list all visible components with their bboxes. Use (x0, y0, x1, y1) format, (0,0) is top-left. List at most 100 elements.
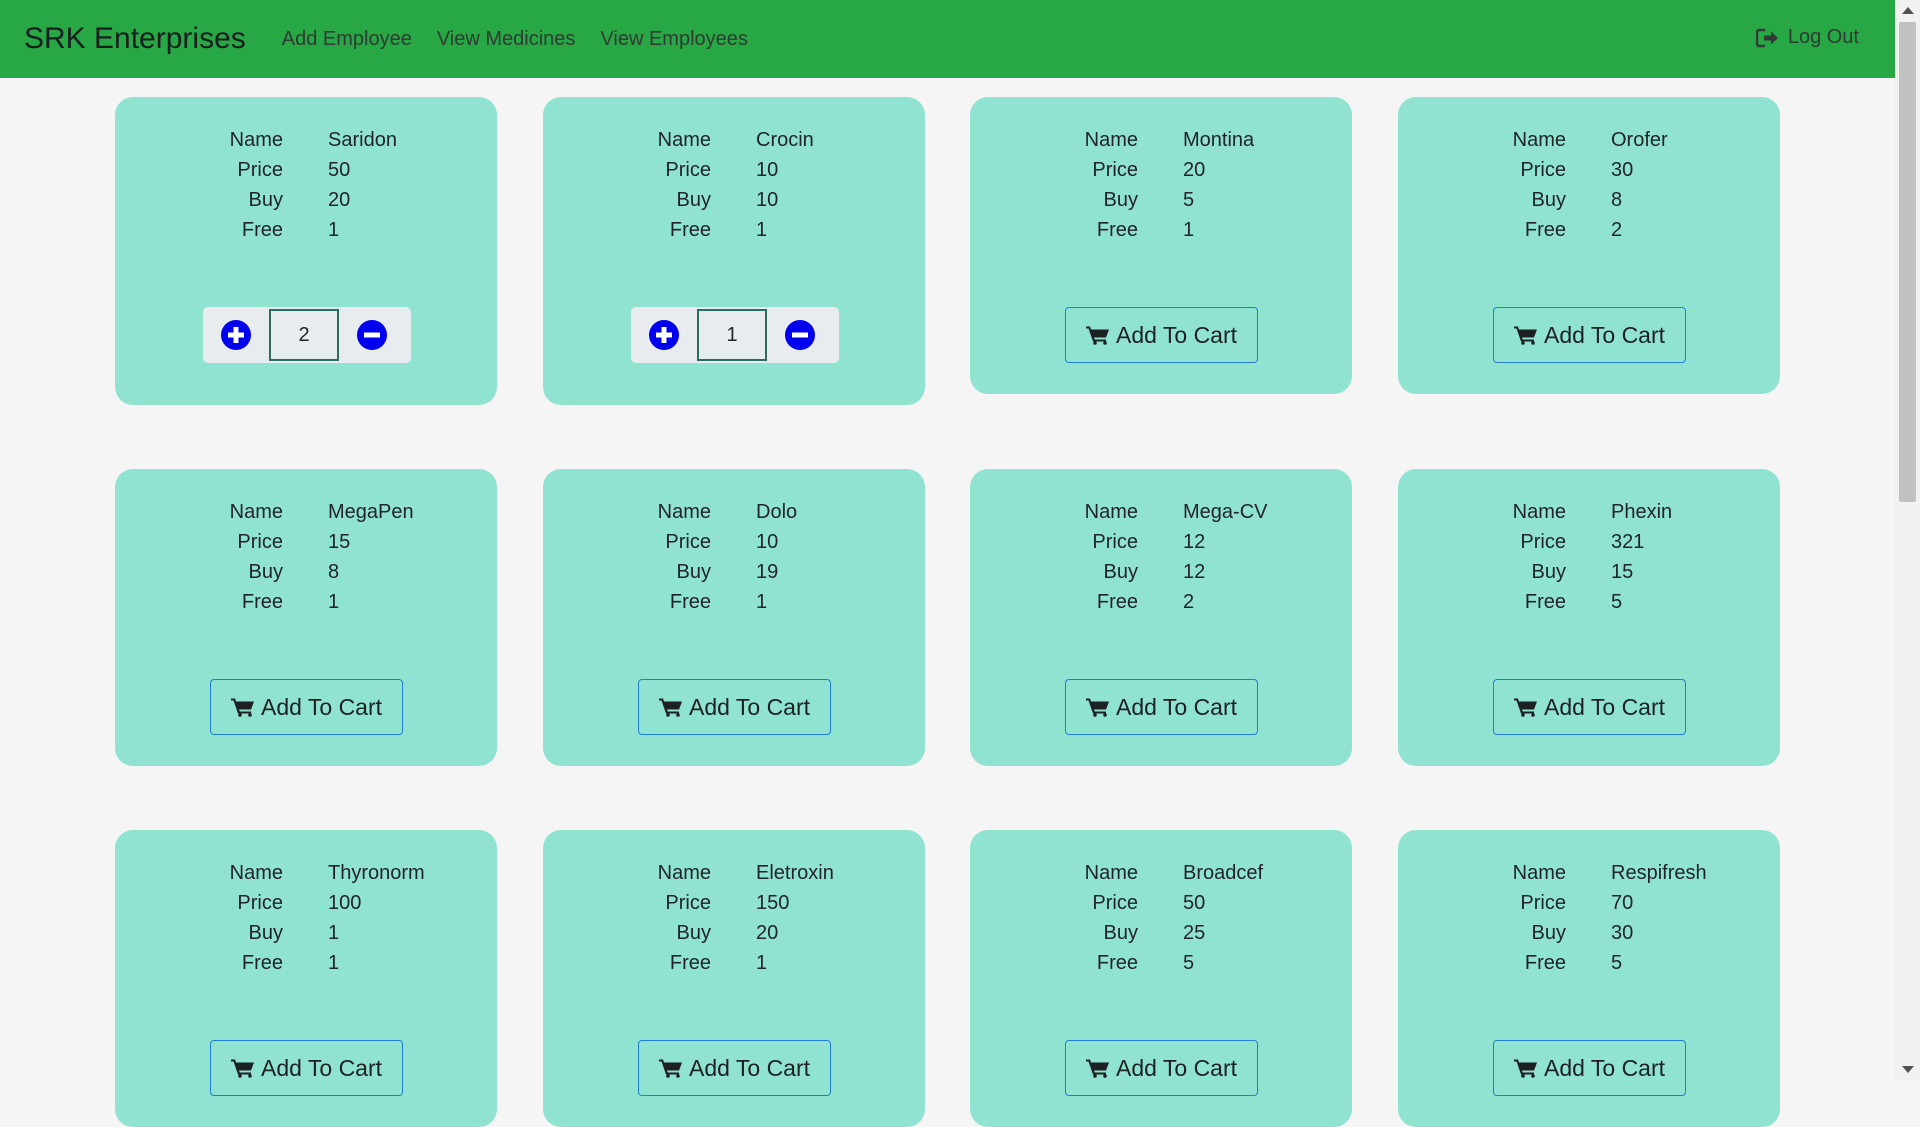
add-to-cart-label: Add To Cart (1115, 321, 1238, 348)
add-to-cart-button[interactable]: Add To Cart (1065, 679, 1258, 735)
info-row-buy: Buy 20 (115, 185, 497, 215)
add-to-cart-button[interactable]: Add To Cart (1493, 1040, 1686, 1096)
nav-view-employees[interactable]: View Employees (600, 28, 747, 51)
info-row-buy: Buy 19 (543, 557, 925, 587)
price-value: 20 (1183, 159, 1206, 181)
buy-label: Buy (676, 561, 711, 583)
medicine-info: Name Saridon Price 50 Buy 20 Free 1 (115, 125, 497, 245)
info-row-free: Free 1 (543, 215, 925, 245)
add-to-cart-label: Add To Cart (1543, 1054, 1666, 1081)
add-to-cart-button[interactable]: Add To Cart (210, 679, 403, 735)
buy-value: 8 (1611, 189, 1623, 211)
name-value: Eletroxin (756, 862, 834, 884)
info-row-price: Price 12 (970, 527, 1352, 557)
free-value: 1 (756, 219, 768, 241)
quantity-input[interactable] (269, 309, 339, 361)
quantity-input[interactable] (697, 309, 767, 361)
price-value: 12 (1183, 531, 1206, 553)
info-row-free: Free 5 (970, 948, 1352, 978)
free-label: Free (1524, 219, 1566, 241)
nav-links: Add Employee View Medicines View Employe… (282, 28, 773, 51)
name-label: Name (1512, 501, 1566, 523)
name-value: Montina (1183, 129, 1255, 151)
decrease-button[interactable] (767, 307, 833, 363)
info-row-free: Free 1 (970, 215, 1352, 245)
info-row-free: Free 5 (1398, 587, 1780, 617)
buy-value: 20 (328, 189, 351, 211)
free-label: Free (669, 219, 711, 241)
medicine-info: Name Crocin Price 10 Buy 10 Free 1 (543, 125, 925, 245)
free-value: 5 (1611, 952, 1623, 974)
add-to-cart-button[interactable]: Add To Cart (1493, 307, 1686, 363)
info-row-name: Name Crocin (543, 125, 925, 155)
buy-label: Buy (248, 189, 283, 211)
medicine-card: Name Thyronorm Price 100 Buy 1 Free 1 Add To Car… (115, 830, 497, 1127)
sign-out-icon (1755, 28, 1778, 47)
medicine-card: Name Respifresh Price 70 Buy 30 Free 5 Add To Ca… (1398, 830, 1780, 1127)
free-label: Free (1524, 591, 1566, 613)
info-row-price: Price 20 (970, 155, 1352, 185)
info-row-buy: Buy 15 (1398, 557, 1780, 587)
add-to-cart-label: Add To Cart (1115, 1054, 1238, 1081)
info-row-price: Price 50 (115, 155, 497, 185)
name-value: Broadcef (1183, 862, 1264, 884)
name-label: Name (1084, 862, 1138, 884)
info-row-buy: Buy 25 (970, 918, 1352, 948)
buy-value: 10 (756, 189, 779, 211)
add-to-cart-button[interactable]: Add To Cart (1065, 307, 1258, 363)
price-label: Price (665, 531, 711, 553)
medicine-card: Name Montina Price 20 Buy 5 Free 1 Add To Cart (970, 97, 1352, 394)
nav-view-medicines[interactable]: View Medicines (437, 28, 576, 51)
buy-label: Buy (248, 922, 283, 944)
info-row-buy: Buy 12 (970, 557, 1352, 587)
navbar: SRK Enterprises Add Employee View Medici… (0, 0, 1895, 78)
name-label: Name (229, 129, 283, 151)
free-value: 1 (328, 952, 340, 974)
nav-add-employee[interactable]: Add Employee (282, 28, 412, 51)
name-label: Name (1084, 501, 1138, 523)
name-value: Saridon (328, 129, 397, 151)
info-row-buy: Buy 30 (1398, 918, 1780, 948)
scrollbar[interactable] (1895, 0, 1920, 1080)
brand[interactable]: SRK Enterprises (24, 22, 246, 56)
add-to-cart-button[interactable]: Add To Cart (1493, 679, 1686, 735)
info-row-buy: Buy 1 (115, 918, 497, 948)
scroll-thumb[interactable] (1899, 22, 1916, 502)
shopping-cart-icon (230, 698, 254, 717)
increase-button[interactable] (631, 307, 697, 363)
increase-button[interactable] (203, 307, 269, 363)
shopping-cart-icon (230, 1059, 254, 1078)
price-value: 10 (756, 159, 779, 181)
add-to-cart-label: Add To Cart (1115, 693, 1238, 720)
medicine-info: Name Thyronorm Price 100 Buy 1 Free 1 (115, 858, 497, 978)
logout-button[interactable]: Log Out (1755, 26, 1859, 49)
info-row-name: Name Broadcef (970, 858, 1352, 888)
price-label: Price (237, 892, 283, 914)
logout-label: Log Out (1787, 26, 1859, 48)
medicine-info: Name Dolo Price 10 Buy 19 Free 1 (543, 497, 925, 617)
free-label: Free (669, 952, 711, 974)
add-to-cart-button[interactable]: Add To Cart (638, 679, 831, 735)
add-to-cart-label: Add To Cart (1543, 693, 1666, 720)
free-label: Free (1096, 952, 1138, 974)
medicine-card: Name Dolo Price 10 Buy 19 Free 1 Add To Cart (543, 469, 925, 766)
buy-label: Buy (1531, 561, 1566, 583)
decrease-button[interactable] (339, 307, 405, 363)
plus-circle-icon (649, 320, 679, 350)
name-value: Thyronorm (328, 862, 425, 884)
name-label: Name (229, 501, 283, 523)
add-to-cart-button[interactable]: Add To Cart (1065, 1040, 1258, 1096)
shopping-cart-icon (1513, 698, 1537, 717)
scroll-down-arrow-icon[interactable] (1902, 1066, 1914, 1073)
info-row-name: Name Orofer (1398, 125, 1780, 155)
add-to-cart-button[interactable]: Add To Cart (210, 1040, 403, 1096)
scroll-up-arrow-icon[interactable] (1902, 7, 1914, 14)
add-to-cart-button[interactable]: Add To Cart (638, 1040, 831, 1096)
free-label: Free (1096, 219, 1138, 241)
info-row-free: Free 1 (115, 587, 497, 617)
price-value: 15 (328, 531, 351, 553)
info-row-buy: Buy 8 (1398, 185, 1780, 215)
medicine-info: Name MegaPen Price 15 Buy 8 Free 1 (115, 497, 497, 617)
shopping-cart-icon (1513, 326, 1537, 345)
quantity-stepper (631, 307, 839, 363)
